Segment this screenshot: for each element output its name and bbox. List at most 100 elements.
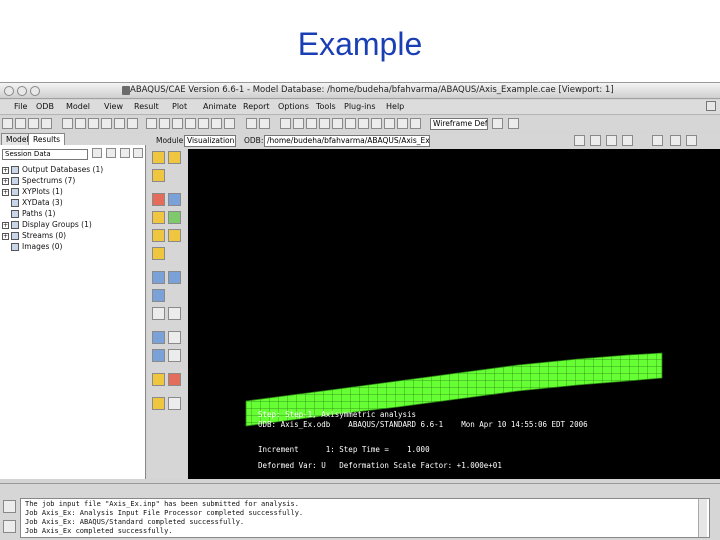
- mesh-icon[interactable]: [319, 118, 330, 129]
- field-output-icon[interactable]: [168, 307, 181, 320]
- superimpose-options-icon[interactable]: [168, 331, 181, 344]
- perspective-icon[interactable]: [246, 118, 257, 129]
- expand-icon[interactable]: +: [2, 188, 9, 196]
- feature-edges-icon[interactable]: [306, 118, 317, 129]
- plot-symbols-icon[interactable]: [152, 193, 165, 206]
- view-back-icon[interactable]: [172, 118, 183, 129]
- last-frame-icon[interactable]: [622, 135, 633, 146]
- expand-icon[interactable]: +: [2, 221, 9, 229]
- menu-animate[interactable]: Animate: [203, 102, 237, 111]
- tree-item[interactable]: + Streams (0): [2, 231, 66, 241]
- help-pointer-icon[interactable]: [492, 118, 503, 129]
- ply-stack-icon[interactable]: [152, 373, 165, 386]
- pan-icon[interactable]: [62, 118, 73, 129]
- zoom-icon[interactable]: [30, 86, 40, 96]
- message-scrollbar[interactable]: [698, 499, 707, 537]
- minimize-icon[interactable]: [17, 86, 27, 96]
- query-icon[interactable]: [345, 118, 356, 129]
- menu-result[interactable]: Result: [134, 102, 159, 111]
- viewport[interactable]: ODB: Axis_Ex.odb ABAQUS/STANDARD 6.6-1 M…: [188, 149, 720, 479]
- open-icon[interactable]: [15, 118, 26, 129]
- plot-material-orientations-icon[interactable]: [168, 193, 181, 206]
- first-frame-icon[interactable]: [574, 135, 585, 146]
- message-log[interactable]: The job input file "Axis_Ex.inp" has bee…: [20, 498, 710, 538]
- tree-item[interactable]: + Display Groups (1): [2, 220, 92, 230]
- replace-icon[interactable]: [384, 118, 395, 129]
- menu-report[interactable]: Report: [243, 102, 270, 111]
- menu-help[interactable]: Help: [386, 102, 404, 111]
- context-help-icon[interactable]: [508, 118, 519, 129]
- module-select[interactable]: Visualization: [184, 135, 236, 147]
- previous-frame-icon[interactable]: [590, 135, 601, 146]
- view-bottom-icon[interactable]: [198, 118, 209, 129]
- allow-multiple-plot-states-icon[interactable]: [152, 211, 165, 224]
- odb-select[interactable]: /home/budeha/bfahvarma/ABAQUS/Axis_Ex.od…: [264, 135, 430, 147]
- display-group-icon[interactable]: [371, 118, 382, 129]
- new-icon[interactable]: [2, 118, 13, 129]
- remove-icon[interactable]: [410, 118, 421, 129]
- menu-odb[interactable]: ODB: [36, 102, 54, 111]
- menu-plot[interactable]: Plot: [172, 102, 187, 111]
- message-area-icon[interactable]: [3, 500, 16, 513]
- symbol-options-icon[interactable]: [168, 349, 181, 362]
- common-options-icon[interactable]: [152, 331, 165, 344]
- box-zoom-icon[interactable]: [101, 118, 112, 129]
- window-title-bar[interactable]: ABAQUS/CAE Version 6.6-1 - Model Databas…: [0, 83, 720, 99]
- color-code-icon[interactable]: [358, 118, 369, 129]
- plot-deformed-icon[interactable]: [168, 151, 181, 164]
- save-icon[interactable]: [28, 118, 39, 129]
- next-frame-icon[interactable]: [606, 135, 617, 146]
- create-xy-data-icon[interactable]: [152, 271, 165, 284]
- create-free-body-icon[interactable]: [152, 307, 165, 320]
- view-left-icon[interactable]: [211, 118, 222, 129]
- menu-model[interactable]: Model: [66, 102, 90, 111]
- tree-collapse-icon[interactable]: [120, 148, 130, 158]
- datum-icon[interactable]: [332, 118, 343, 129]
- zoom-tool-icon[interactable]: [88, 118, 99, 129]
- hidden-line-icon[interactable]: [280, 118, 291, 129]
- camera-icon[interactable]: [670, 135, 681, 146]
- expand-icon[interactable]: +: [2, 177, 9, 185]
- tab-results[interactable]: Results: [28, 133, 66, 145]
- restore-icon[interactable]: [706, 101, 716, 111]
- contour-options-icon[interactable]: [152, 349, 165, 362]
- view-front-icon[interactable]: [159, 118, 170, 129]
- menu-options[interactable]: Options: [278, 102, 309, 111]
- close-icon[interactable]: [4, 86, 14, 96]
- print-icon[interactable]: [41, 118, 52, 129]
- animation-options-icon[interactable]: [152, 247, 165, 260]
- animate-time-history-icon[interactable]: [152, 229, 165, 242]
- add-icon[interactable]: [397, 118, 408, 129]
- tree-help-icon[interactable]: [133, 148, 143, 158]
- tree-item[interactable]: + Spectrums (7): [2, 176, 75, 186]
- view-iso-icon[interactable]: [146, 118, 157, 129]
- command-line-icon[interactable]: [3, 520, 16, 533]
- expand-icon[interactable]: +: [2, 166, 9, 174]
- animate-harmonic-icon[interactable]: [168, 229, 181, 242]
- tree-item[interactable]: + Output Databases (1): [2, 165, 103, 175]
- plot-undeformed-icon[interactable]: [152, 151, 165, 164]
- tree-expand-icon[interactable]: [106, 148, 116, 158]
- xy-data-manager-icon[interactable]: [168, 271, 181, 284]
- tree-filter-icon[interactable]: [92, 148, 102, 158]
- expand-icon[interactable]: +: [2, 232, 9, 240]
- magnify-icon[interactable]: [127, 118, 138, 129]
- tree-item[interactable]: +Images (0): [2, 242, 62, 252]
- rotate-icon[interactable]: [75, 118, 86, 129]
- view-cut-icon[interactable]: [168, 373, 181, 386]
- menu-file[interactable]: File: [14, 102, 27, 111]
- create-path-icon[interactable]: [152, 289, 165, 302]
- shaded-icon[interactable]: [293, 118, 304, 129]
- view-top-icon[interactable]: [185, 118, 196, 129]
- tree-item[interactable]: +XYData (3): [2, 198, 63, 208]
- render-style-select[interactable]: Wireframe Default: [430, 118, 488, 130]
- tree-item[interactable]: + XYPlots (1): [2, 187, 63, 197]
- frame-select-icon[interactable]: [652, 135, 663, 146]
- tree-item[interactable]: +Paths (1): [2, 209, 55, 219]
- view-right-icon[interactable]: [224, 118, 235, 129]
- fit-icon[interactable]: [114, 118, 125, 129]
- menu-plugins[interactable]: Plug-ins: [344, 102, 376, 111]
- tree-filter-select[interactable]: Session Data: [2, 149, 88, 160]
- menu-tools[interactable]: Tools: [316, 102, 336, 111]
- plot-contours-icon[interactable]: [152, 169, 165, 182]
